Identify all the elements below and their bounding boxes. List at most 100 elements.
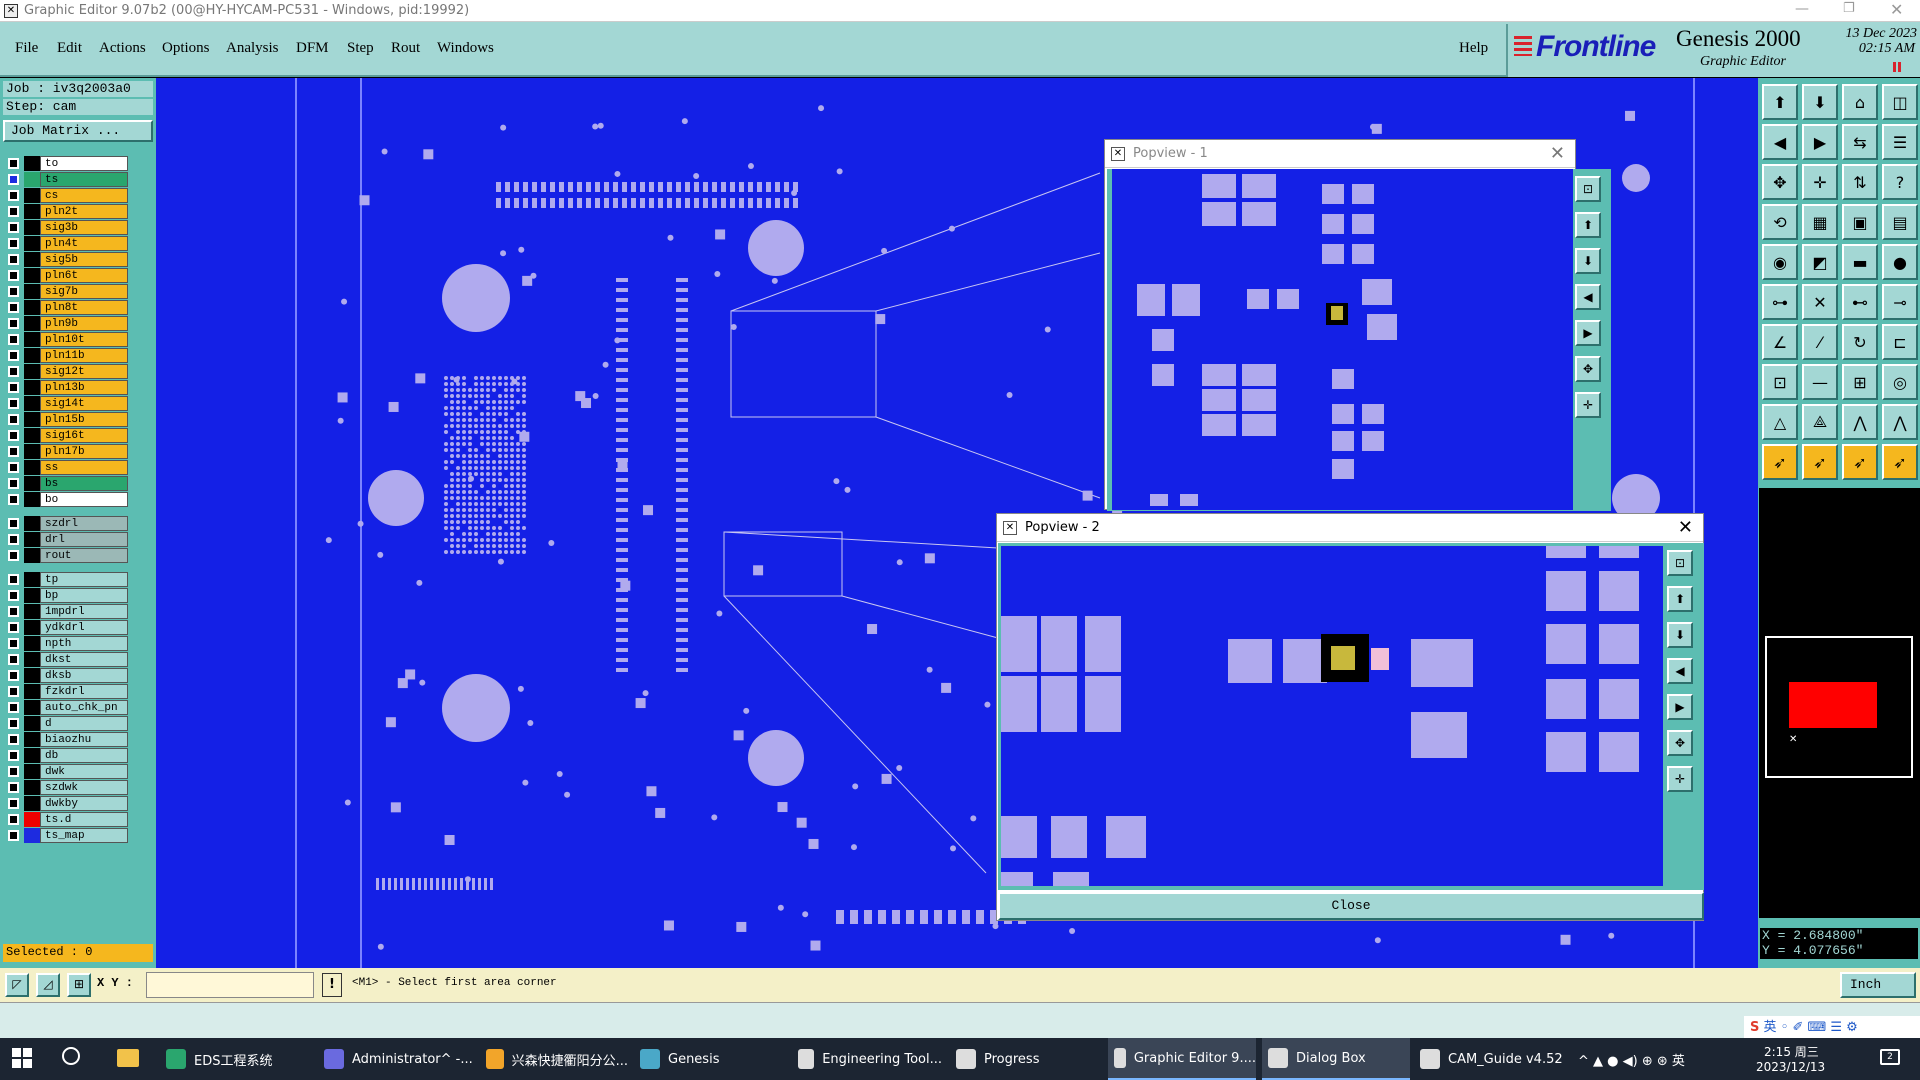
- layer-name[interactable]: szdwk: [40, 780, 128, 795]
- layer-row[interactable]: pln9b: [6, 316, 124, 331]
- taskbar-app-button[interactable]: Dialog Box: [1262, 1038, 1410, 1080]
- layer-row[interactable]: biaozhu: [6, 732, 124, 747]
- layer-checkbox[interactable]: [8, 686, 19, 697]
- popview-1-canvas[interactable]: [1107, 169, 1575, 511]
- layer-row[interactable]: ts_map: [6, 828, 124, 843]
- layer-row[interactable]: ydkdrl: [6, 620, 124, 635]
- layer-name[interactable]: ss: [40, 460, 128, 475]
- layer-checkbox[interactable]: [8, 734, 19, 745]
- taskbar-app-button[interactable]: Progress: [950, 1038, 1100, 1080]
- popview-tool-icon[interactable]: ⬇: [1575, 248, 1601, 274]
- layer-name[interactable]: ts: [40, 172, 128, 187]
- layer-name[interactable]: auto_chk_pn: [40, 700, 128, 715]
- popview-tool-icon[interactable]: ✛: [1667, 766, 1693, 792]
- layer-name[interactable]: sig14t: [40, 396, 128, 411]
- taskbar-app-button[interactable]: Administrator^ -...: [318, 1038, 474, 1080]
- zoom-fit-tool-icon[interactable]: ⬇: [1802, 84, 1838, 120]
- popview-2-canvas[interactable]: [998, 543, 1704, 890]
- restore-button[interactable]: ❐: [1843, 1, 1855, 16]
- clock-time[interactable]: 2:15 周三: [1764, 1043, 1819, 1060]
- layer-checkbox[interactable]: [8, 430, 19, 441]
- popview-tool-icon[interactable]: ⬆: [1667, 586, 1693, 612]
- layer-name[interactable]: pln15b: [40, 412, 128, 427]
- layer-checkbox[interactable]: [8, 574, 19, 585]
- layer-name[interactable]: pln17b: [40, 444, 128, 459]
- layer-row[interactable]: dksb: [6, 668, 124, 683]
- layer-name[interactable]: pln11b: [40, 348, 128, 363]
- layer-row[interactable]: pln15b: [6, 412, 124, 427]
- layer-name[interactable]: rout: [40, 548, 128, 563]
- popview-tool-icon[interactable]: ▶: [1575, 320, 1601, 346]
- layer-row[interactable]: d: [6, 716, 124, 731]
- layer-row[interactable]: db: [6, 748, 124, 763]
- layer-row[interactable]: sig16t: [6, 428, 124, 443]
- layer-row[interactable]: pln6t: [6, 268, 124, 283]
- layer-row[interactable]: bs: [6, 476, 124, 491]
- layer-name[interactable]: pln13b: [40, 380, 128, 395]
- layer-row[interactable]: ts: [6, 172, 124, 187]
- layer-row[interactable]: pln10t: [6, 332, 124, 347]
- taskbar-app-button[interactable]: CAM_Guide v4.52: [1414, 1038, 1564, 1080]
- layer-name[interactable]: pln6t: [40, 268, 128, 283]
- menu-edit[interactable]: Edit: [57, 40, 82, 57]
- layer-row[interactable]: pln2t: [6, 204, 124, 219]
- menu-options[interactable]: Options: [162, 40, 210, 57]
- peak-tool-icon[interactable]: ⋀: [1842, 404, 1878, 440]
- view-tool-icon[interactable]: ▣: [1842, 204, 1878, 240]
- layer-name[interactable]: pln4t: [40, 236, 128, 251]
- layer-name[interactable]: pln10t: [40, 332, 128, 347]
- layer-row[interactable]: bp: [6, 588, 124, 603]
- layout-tool-icon[interactable]: ◫: [1882, 84, 1918, 120]
- layer-checkbox[interactable]: [8, 446, 19, 457]
- rows-tool-icon[interactable]: ▤: [1882, 204, 1918, 240]
- taskbar-app-button[interactable]: Graphic Editor 9....: [1108, 1038, 1256, 1080]
- layer-row[interactable]: sig12t: [6, 364, 124, 379]
- layer-row[interactable]: fzkdrl: [6, 684, 124, 699]
- prev-tool-icon[interactable]: ◀: [1762, 124, 1798, 160]
- layer-name[interactable]: drl: [40, 532, 128, 547]
- measure-icon[interactable]: ◿: [36, 973, 60, 997]
- taskbar-app-button[interactable]: EDS工程系统: [160, 1038, 310, 1080]
- layer-row[interactable]: ss: [6, 460, 124, 475]
- delete-tool-icon[interactable]: ✕: [1802, 284, 1838, 320]
- layer-name[interactable]: sig5b: [40, 252, 128, 267]
- popview-tool-icon[interactable]: ◀: [1667, 658, 1693, 684]
- close-window-button[interactable]: ✕: [1890, 0, 1903, 19]
- layer-checkbox[interactable]: [8, 366, 19, 377]
- home-tool-icon[interactable]: ⌂: [1842, 84, 1878, 120]
- layer-row[interactable]: pln11b: [6, 348, 124, 363]
- job-matrix-button[interactable]: Job Matrix ...: [3, 120, 153, 142]
- layer-name[interactable]: biaozhu: [40, 732, 128, 747]
- layer-name[interactable]: dksb: [40, 668, 128, 683]
- popview-tool-icon[interactable]: ◀: [1575, 284, 1601, 310]
- tray-icons[interactable]: ^ ▲ ● ◀) ⊕ ⊛ 英: [1578, 1050, 1685, 1069]
- layer-checkbox[interactable]: [8, 654, 19, 665]
- layer-name[interactable]: szdrl: [40, 516, 128, 531]
- angle-tool-icon[interactable]: ∠: [1762, 324, 1798, 360]
- xy-input[interactable]: [146, 972, 314, 998]
- popview-close-button[interactable]: Close: [998, 892, 1704, 920]
- link-tool-icon[interactable]: ⊶: [1762, 284, 1798, 320]
- popview-tool-icon[interactable]: ✛: [1575, 392, 1601, 418]
- layer-name[interactable]: ydkdrl: [40, 620, 128, 635]
- menu-windows[interactable]: Windows: [437, 40, 494, 57]
- conn-tool-icon[interactable]: ⊸: [1882, 284, 1918, 320]
- layer-checkbox[interactable]: [8, 478, 19, 489]
- split-tool-icon[interactable]: ◩: [1802, 244, 1838, 280]
- menu-dfm[interactable]: DFM: [296, 40, 329, 57]
- ring-tool-icon[interactable]: ◎: [1882, 364, 1918, 400]
- start-button[interactable]: [12, 1048, 32, 1068]
- layer-row[interactable]: cs: [6, 188, 124, 203]
- layer-checkbox[interactable]: [8, 782, 19, 793]
- layer-checkbox[interactable]: [8, 270, 19, 281]
- popview-1-close-icon[interactable]: ✕: [1550, 143, 1565, 164]
- layer-checkbox[interactable]: [8, 350, 19, 361]
- layer-checkbox[interactable]: [8, 158, 19, 169]
- layer-checkbox[interactable]: [8, 638, 19, 649]
- bar-tool-icon[interactable]: ▬: [1842, 244, 1878, 280]
- menu-help[interactable]: Help: [1459, 40, 1488, 57]
- layer-name[interactable]: ts_map: [40, 828, 128, 843]
- layer-name[interactable]: sig7b: [40, 284, 128, 299]
- layer-checkbox[interactable]: [8, 302, 19, 313]
- layer-name[interactable]: bp: [40, 588, 128, 603]
